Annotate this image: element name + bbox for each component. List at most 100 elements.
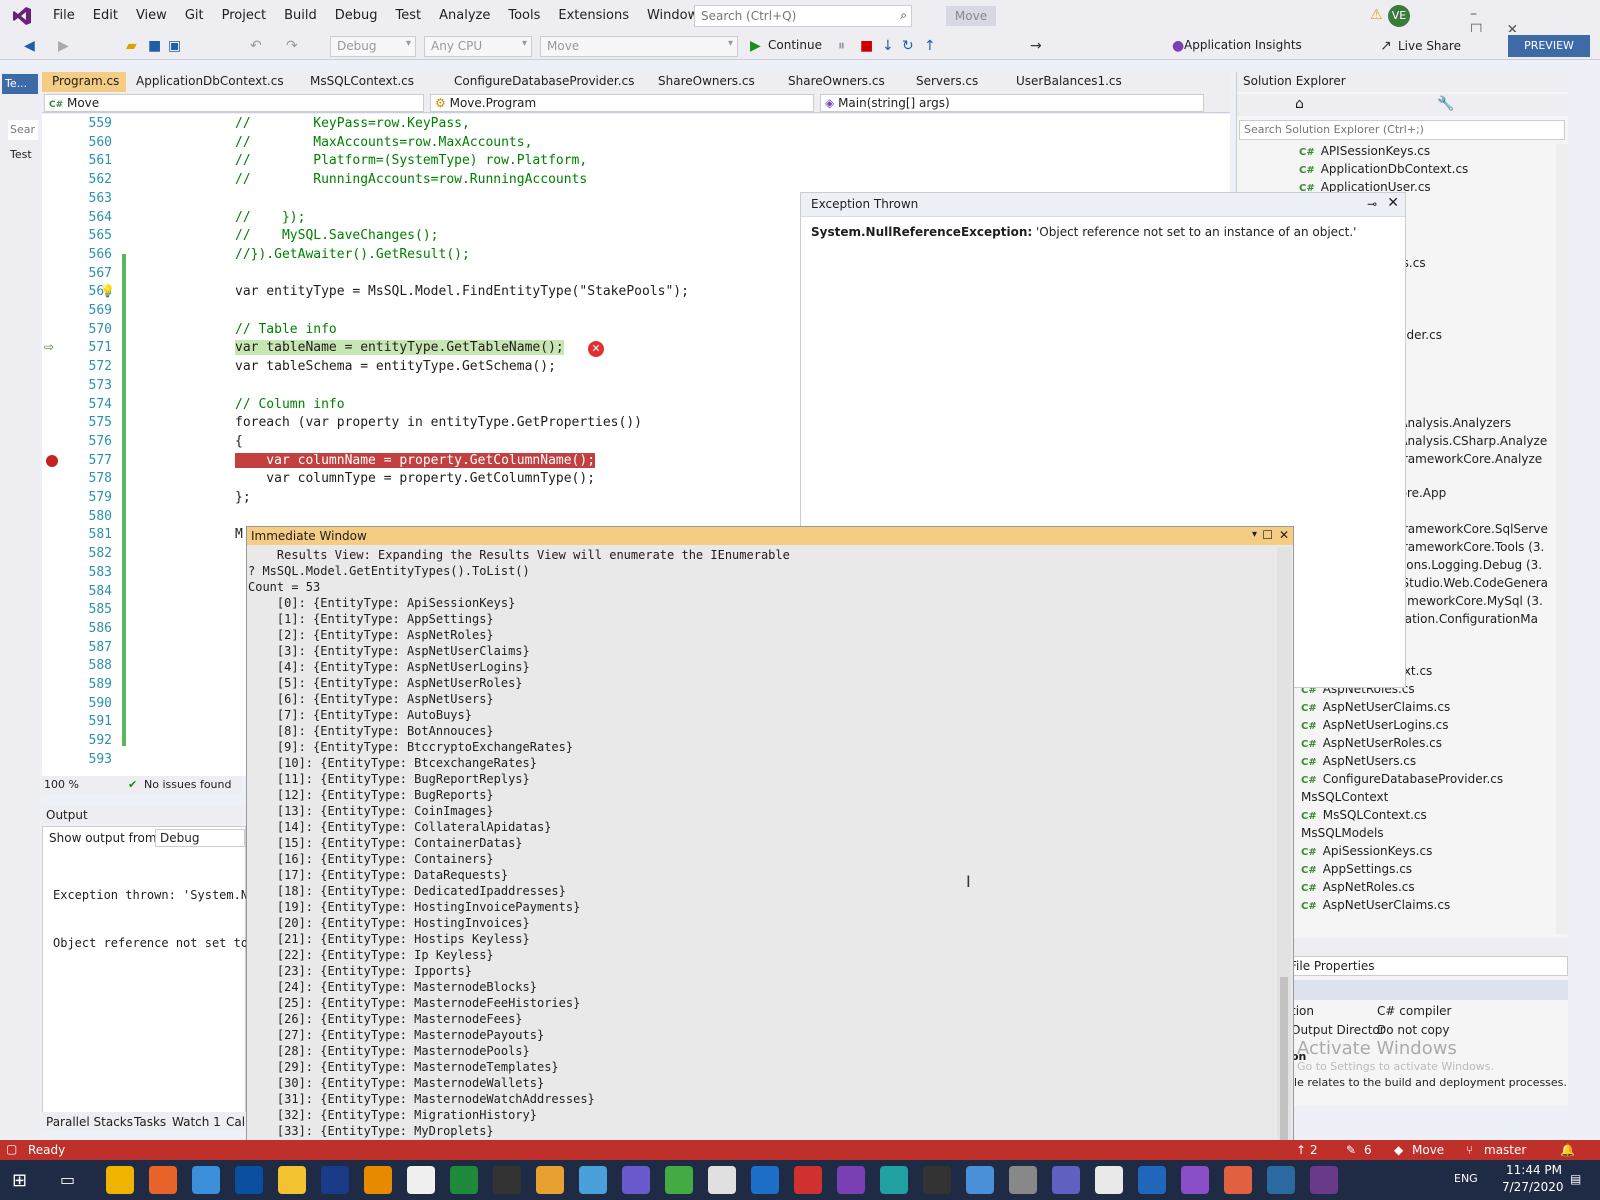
code-line[interactable]: // MySQL.SaveChanges(); xyxy=(235,228,439,243)
tab-2[interactable]: MsSQLContext.cs xyxy=(300,72,444,92)
continue-icon[interactable]: ▶ xyxy=(750,38,761,54)
taskbar-app-icon[interactable] xyxy=(579,1166,607,1194)
code-line[interactable]: var columnType = property.GetColumnType(… xyxy=(235,471,595,486)
windows-start-icon[interactable]: ⊞ xyxy=(12,1170,32,1191)
tab-1[interactable]: ApplicationDbContext.cs xyxy=(126,72,300,92)
output-source-select[interactable]: Debug xyxy=(155,829,245,847)
liveshare-icon[interactable]: ↗ xyxy=(1380,38,1392,54)
task-view-icon[interactable]: ▭ xyxy=(60,1170,80,1190)
notification-icon[interactable]: 🔔 xyxy=(1560,1143,1575,1157)
menu-test[interactable]: Test xyxy=(387,0,431,32)
save-all-icon[interactable]: ▣ xyxy=(168,38,181,54)
undo-icon[interactable]: ↶ xyxy=(250,38,262,54)
menu-tools[interactable]: Tools xyxy=(499,0,549,32)
warning-icon[interactable]: ⚠ xyxy=(1370,7,1386,23)
scroll-thumb[interactable] xyxy=(1280,977,1288,1157)
solution-item[interactable]: MsSQLContext xyxy=(1301,790,1388,804)
tab-team-explorer[interactable]: Te... xyxy=(2,74,38,94)
menu-analyze[interactable]: Analyze xyxy=(430,0,499,32)
tab-3[interactable]: ConfigureDatabaseProvider.cs xyxy=(444,72,648,92)
immediate-output[interactable]: Results View: Expanding the Results View… xyxy=(247,547,1275,1163)
menu-file[interactable]: File xyxy=(44,0,84,32)
errors-count[interactable]: 2 xyxy=(1310,1143,1318,1157)
prop-value-0[interactable]: C# compiler xyxy=(1377,1004,1451,1018)
vs-logo-icon[interactable] xyxy=(0,0,44,32)
menu-extensions[interactable]: Extensions xyxy=(549,0,638,32)
pin-icon[interactable]: ⊸ xyxy=(1367,197,1377,211)
redo-icon[interactable]: ↷ xyxy=(286,38,298,54)
solution-item[interactable]: C# AspNetUserLogins.cs xyxy=(1301,718,1449,732)
editor-gutter[interactable]: 559 560 561 562 563 564 565 566 567 568 💡 569 570 571… xyxy=(42,114,120,776)
code-line[interactable]: // RunningAccounts=row.RunningAccounts xyxy=(235,172,587,187)
code-line[interactable]: // }); xyxy=(235,210,305,225)
project-combo[interactable]: C# Move xyxy=(44,94,424,112)
stop-icon[interactable]: ■ xyxy=(860,38,873,54)
taskbar-app-icon[interactable] xyxy=(1181,1166,1209,1194)
taskbar-app-icon[interactable] xyxy=(278,1166,306,1194)
solution-search-input[interactable]: Search Solution Explorer (Ctrl+;) xyxy=(1239,120,1565,140)
code-line[interactable]: //}).GetAwaiter().GetResult(); xyxy=(235,247,470,262)
tab-7[interactable]: UserBalances1.cs xyxy=(1006,72,1126,92)
taskbar-app-icon[interactable] xyxy=(450,1166,478,1194)
properties-icon[interactable]: 🔧 xyxy=(1437,96,1454,112)
code-line[interactable]: foreach (var property in entityType.GetP… xyxy=(235,415,642,430)
menu-git[interactable]: Git xyxy=(176,0,213,32)
tab-watch1[interactable]: Watch 1 xyxy=(172,1115,221,1129)
changes-count[interactable]: 6 xyxy=(1364,1143,1372,1157)
solution-item[interactable]: C# AppSettings.cs xyxy=(1301,862,1412,876)
left-search-input[interactable]: Sear xyxy=(8,120,38,140)
platform-select[interactable]: Any CPU xyxy=(424,36,532,57)
taskbar-app-icon[interactable] xyxy=(106,1166,134,1194)
insights-icon[interactable]: ● xyxy=(1172,38,1184,54)
code-line[interactable]: var tableSchema = entityType.GetSchema()… xyxy=(235,359,556,374)
insights-button[interactable]: Application Insights xyxy=(1184,38,1302,52)
search-input[interactable]: Search (Ctrl+Q) ⌕ xyxy=(694,5,912,27)
taskbar-app-icon[interactable] xyxy=(751,1166,779,1194)
code-line[interactable]: // MaxAccounts=row.MaxAccounts, xyxy=(235,135,532,150)
solution-item[interactable]: C# AspNetUserClaims.cs xyxy=(1301,700,1450,714)
taskbar-app-icon[interactable] xyxy=(1052,1166,1080,1194)
close-icon[interactable]: ✕ xyxy=(1387,195,1399,211)
taskbar-app-icon[interactable] xyxy=(1310,1166,1338,1194)
tab-0[interactable]: Program.cs xyxy=(42,72,126,92)
errors-icon[interactable]: ↑ xyxy=(1296,1143,1306,1157)
menu-view[interactable]: View xyxy=(127,0,176,32)
menu-build[interactable]: Build xyxy=(275,0,326,32)
menu-debug[interactable]: Debug xyxy=(326,0,387,32)
member-combo[interactable]: ◈ Main(string[] args) xyxy=(820,94,1204,112)
solution-item[interactable]: MsSQLModels xyxy=(1301,826,1384,840)
taskbar-app-icon[interactable] xyxy=(493,1166,521,1194)
show-next-icon[interactable]: → xyxy=(1030,38,1042,54)
error-icon[interactable]: ✕ xyxy=(588,341,604,358)
taskbar-app-icon[interactable] xyxy=(966,1166,994,1194)
code-line[interactable]: M xyxy=(235,527,243,542)
immediate-scrollbar[interactable] xyxy=(1277,547,1291,1161)
taskbar-app-icon[interactable] xyxy=(364,1166,392,1194)
menu-edit[interactable]: Edit xyxy=(84,0,127,32)
taskbar-app-icon[interactable] xyxy=(1224,1166,1252,1194)
taskbar-app-icon[interactable] xyxy=(235,1166,263,1194)
action-center-icon[interactable]: ▤ xyxy=(1570,1172,1581,1186)
solution-item[interactable]: C# ApiSessionKeys.cs xyxy=(1301,844,1432,858)
code-line[interactable]: // KeyPass=row.KeyPass, xyxy=(235,116,470,131)
status-project[interactable]: Move xyxy=(1412,1143,1444,1157)
solution-item[interactable]: C# ApplicationDbContext.cs xyxy=(1299,162,1468,176)
taskbar-app-icon[interactable] xyxy=(407,1166,435,1194)
solution-item[interactable]: C# AspNetUserClaims.cs xyxy=(1301,898,1450,912)
taskbar-app-icon[interactable] xyxy=(192,1166,220,1194)
taskbar-app-icon[interactable] xyxy=(149,1166,177,1194)
forward-icon[interactable]: ▶ xyxy=(58,38,69,54)
solution-item[interactable]: C# MsSQLContext.cs xyxy=(1301,808,1427,822)
maximize-icon[interactable]: ☐ xyxy=(1262,528,1273,542)
step-out-icon[interactable]: ↑ xyxy=(924,38,936,54)
tab-parallel-stacks[interactable]: Parallel Stacks xyxy=(46,1115,133,1129)
back-icon[interactable]: ◀ xyxy=(24,38,35,54)
tab-tasks[interactable]: Tasks xyxy=(134,1115,166,1129)
code-line[interactable]: // Platform=(SystemType) row.Platform, xyxy=(235,153,587,168)
code-line[interactable]: var tableName = entityType.GetTableName(… xyxy=(235,340,564,356)
taskbar-app-icon[interactable] xyxy=(880,1166,908,1194)
prop-value-1[interactable]: Do not copy xyxy=(1377,1023,1450,1037)
code-line[interactable]: var columnName = property.GetColumnName(… xyxy=(235,452,596,468)
menu-project[interactable]: Project xyxy=(213,0,275,32)
taskbar-app-icon[interactable] xyxy=(837,1166,865,1194)
